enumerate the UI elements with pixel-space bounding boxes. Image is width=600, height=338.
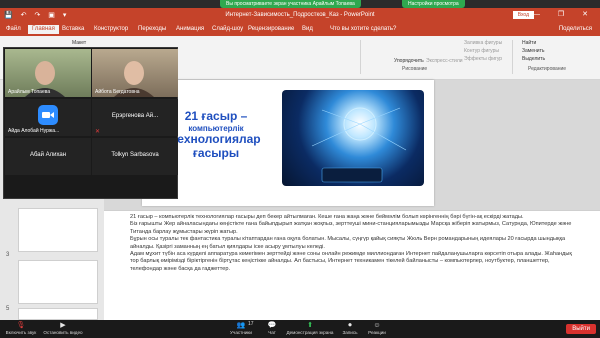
chat-label: Чат bbox=[268, 330, 276, 335]
tab-home[interactable]: Главная bbox=[28, 25, 59, 34]
reactions-label: Реакции bbox=[368, 330, 386, 335]
group-editing-label: Редактирование bbox=[528, 66, 567, 72]
leave-button[interactable]: Выйти bbox=[566, 324, 596, 334]
chat-button[interactable]: 💬 Чат bbox=[262, 321, 282, 335]
powerpoint-titlebar: 💾 ↶ ↷ ▣ ▾ Интернет-Зависимость_Подростко… bbox=[0, 8, 600, 24]
mic-muted-icon: 🎙 bbox=[16, 322, 26, 329]
technology-image bbox=[282, 90, 424, 186]
ribbon-separator bbox=[360, 40, 361, 74]
quick-styles-button[interactable]: Экспресс-стили bbox=[426, 58, 463, 64]
participants-button[interactable]: 👥 17 Участники bbox=[224, 321, 258, 335]
record-label: Запись bbox=[342, 330, 358, 335]
shape-effects-button[interactable]: Эффекты фигур bbox=[464, 56, 502, 62]
slide-thumbnail[interactable] bbox=[18, 260, 98, 304]
participant-name: Айда Алобай Нуржа... bbox=[8, 128, 60, 134]
tell-me-search[interactable]: Что вы хотите сделать? bbox=[330, 26, 396, 32]
slide-title: 21 ғасыр – компьютерлік технологиялар ға… bbox=[168, 109, 264, 161]
record-icon: ⏺ bbox=[348, 322, 352, 329]
select-button[interactable]: Выделить bbox=[522, 56, 545, 62]
participant-tile[interactable]: Абай Алихан bbox=[5, 138, 91, 175]
window-controls[interactable]: — ❐ ✕ bbox=[533, 10, 596, 18]
participant-name: Арайлым Топаева bbox=[8, 89, 51, 95]
slide-number: 3 bbox=[6, 252, 10, 258]
slide-title-line4: ғасыры bbox=[192, 145, 240, 160]
participant-tile[interactable]: Айда Алобай Нуржа... bbox=[5, 99, 91, 136]
window-title: Интернет-Зависимость_Подростков_Каз - Po… bbox=[225, 12, 375, 18]
shape-outline-button[interactable]: Контур фигуры bbox=[464, 48, 499, 54]
shape-fill-button[interactable]: Заливка фигуры bbox=[464, 40, 502, 46]
slide-number: 5 bbox=[6, 306, 10, 312]
sign-in-button[interactable]: Вход bbox=[512, 11, 534, 19]
slide-title-line3: технологиялар bbox=[171, 131, 261, 146]
participant-tile[interactable]: Арайлым Топаева bbox=[5, 49, 91, 97]
network-globe-icon bbox=[311, 107, 407, 183]
tab-review[interactable]: Рецензирование bbox=[248, 26, 294, 32]
tab-insert[interactable]: Вставка bbox=[62, 26, 84, 32]
unmute-button[interactable]: 🎙 Включить звук bbox=[4, 321, 38, 335]
participant-name: Абай Алихан bbox=[29, 152, 67, 158]
tab-file[interactable]: Файл bbox=[6, 26, 21, 32]
participant-name: Айбота Бегдатовна bbox=[95, 89, 140, 95]
share-screen-icon: ⬆ bbox=[307, 322, 313, 329]
notes-paragraph: Адам мұхит түбін аса күрделі аппаратура … bbox=[130, 251, 572, 272]
unmute-label: Включить звук bbox=[5, 330, 37, 335]
tab-view[interactable]: Вид bbox=[302, 26, 313, 32]
reactions-button[interactable]: ☺ Реакции bbox=[364, 321, 390, 335]
chat-icon: 💬 bbox=[267, 322, 277, 329]
sharing-badge: Вы просматриваете экран участника Арайлы… bbox=[220, 0, 361, 8]
participant-tile[interactable]: Айбота Бегдатовна bbox=[92, 49, 178, 97]
group-drawing-label: Рисование bbox=[402, 66, 428, 72]
participant-name: Ерэргенова Ай... bbox=[111, 113, 159, 119]
participants-label: Участники bbox=[230, 330, 252, 335]
participant-tile[interactable]: Tolkyn Sarbasova bbox=[92, 138, 178, 175]
current-slide[interactable]: 21 ғасыр – компьютерлік технологиялар ға… bbox=[142, 80, 434, 206]
tab-animations[interactable]: Анимация bbox=[176, 26, 204, 32]
tab-design[interactable]: Конструктор bbox=[94, 26, 128, 32]
share-button[interactable]: Поделиться bbox=[559, 26, 592, 32]
record-button[interactable]: ⏺ Запись bbox=[338, 321, 362, 335]
muted-icon: ✕ bbox=[95, 129, 101, 135]
arrange-button[interactable]: Упорядочить bbox=[394, 58, 424, 64]
share-screen-label: Демонстрация экрана bbox=[286, 330, 334, 335]
view-options-button[interactable]: Настройки просмотра bbox=[402, 0, 465, 8]
tab-slideshow[interactable]: Слайд-шоу bbox=[212, 26, 243, 32]
stop-video-button[interactable]: ▶ Остановить видео bbox=[40, 321, 86, 335]
zoom-participant-gallery: Арайлым Топаева Айбота Бегдатовна Айда А… bbox=[3, 47, 178, 199]
notes-paragraph: Бұрын осы туралы тек фантастика туралы к… bbox=[130, 236, 566, 250]
zoom-logo-icon bbox=[38, 105, 58, 125]
tab-transitions[interactable]: Переходы bbox=[138, 26, 166, 32]
slide-thumbnail[interactable] bbox=[18, 208, 98, 252]
smile-icon: ☺ bbox=[373, 322, 381, 329]
zoom-top-strip: Вы просматриваете экран участника Арайлы… bbox=[0, 0, 600, 8]
share-screen-button[interactable]: ⬆ Демонстрация экрана bbox=[282, 321, 338, 335]
find-button[interactable]: Найти bbox=[522, 40, 536, 46]
stop-video-label: Остановить видео bbox=[43, 330, 83, 335]
slide-thumbnail[interactable] bbox=[18, 308, 98, 320]
slide-title-line1: 21 ғасыр – bbox=[184, 109, 248, 123]
replace-button[interactable]: Заменить bbox=[522, 48, 544, 54]
camera-icon: ▶ bbox=[60, 322, 66, 329]
participants-count: 17 bbox=[248, 321, 254, 327]
ribbon-separator bbox=[512, 40, 513, 74]
notes-paragraph: Біз ғарышты Жер айналасындағы кеңістікте… bbox=[130, 221, 572, 235]
ribbon-tabs: Файл Главная Вставка Конструктор Переход… bbox=[0, 24, 600, 36]
participant-tile[interactable]: Ерэргенова Ай... ✕ bbox=[92, 99, 178, 136]
layout-button[interactable]: Макет bbox=[72, 40, 86, 46]
speaker-notes[interactable]: 21 ғасыр – компьютерлік технологиялар ға… bbox=[104, 210, 600, 320]
zoom-meeting-controls: 🎙 Включить звук ▶ Остановить видео 👥 17 … bbox=[0, 320, 600, 338]
participant-name: Tolkyn Sarbasova bbox=[111, 152, 159, 158]
